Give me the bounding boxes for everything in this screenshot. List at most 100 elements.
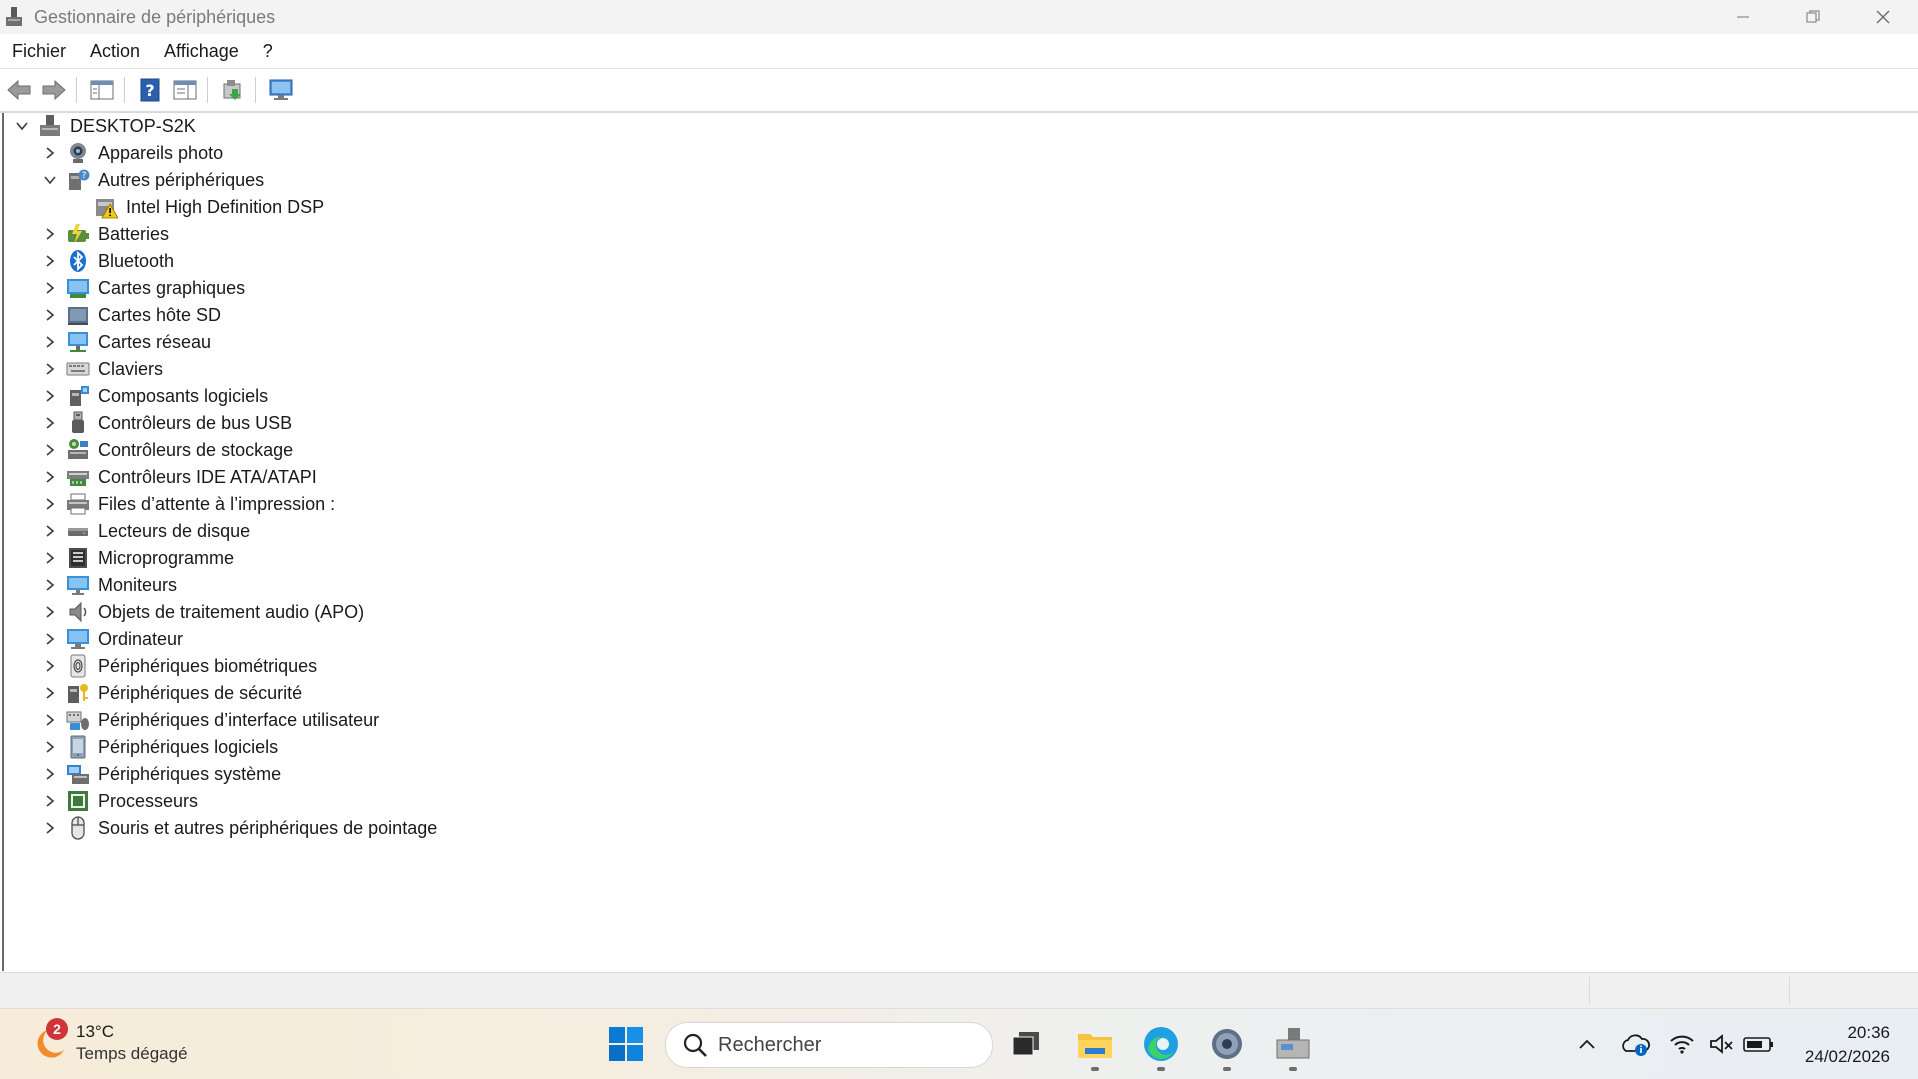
taskbar-file-explorer[interactable]	[1072, 1021, 1118, 1071]
tree-node-label: Objets de traitement audio (APO)	[98, 601, 365, 622]
menu-help[interactable]: ?	[251, 41, 285, 62]
clock-date: 24/02/2026	[1804, 1047, 1890, 1066]
help-button[interactable]: ?	[134, 74, 166, 106]
menu-bar: Fichier Action Affichage ?	[0, 34, 1918, 69]
tree-node[interactable]: Microprogramme	[40, 545, 234, 571]
tree-node[interactable]: ? Autres périphériques	[40, 167, 264, 193]
storage-controller-icon	[66, 438, 90, 462]
taskbar-edge[interactable]	[1138, 1021, 1184, 1071]
taskbar-settings[interactable]	[1204, 1021, 1250, 1071]
tree-node[interactable]: Appareils photo	[40, 140, 223, 166]
tree-node[interactable]: Intel High Definition DSP	[68, 194, 324, 220]
tree-node-label: Autres périphériques	[98, 169, 265, 190]
taskbar-device-manager[interactable]	[1270, 1021, 1316, 1071]
chevron-right-icon[interactable]	[40, 818, 60, 838]
tree-node[interactable]: Périphériques biométriques	[40, 653, 317, 679]
properties-button[interactable]	[169, 74, 201, 106]
tree-node-label: Souris et autres périphériques de pointa…	[98, 817, 438, 838]
tree-node[interactable]: Cartes réseau	[40, 329, 211, 355]
tree-node[interactable]: Objets de traitement audio (APO)	[40, 599, 364, 625]
show-hide-console-tree-button[interactable]	[86, 74, 118, 106]
chevron-right-icon[interactable]	[40, 791, 60, 811]
chevron-down-icon[interactable]	[40, 170, 60, 190]
menu-fichier[interactable]: Fichier	[0, 41, 78, 62]
chevron-right-icon[interactable]	[40, 224, 60, 244]
chevron-right-icon[interactable]	[40, 602, 60, 622]
tree-node[interactable]: Périphériques logiciels	[40, 734, 278, 760]
tree-node-label: Appareils photo	[98, 142, 224, 163]
chevron-right-icon[interactable]	[40, 575, 60, 595]
chevron-right-icon[interactable]	[40, 359, 60, 379]
weather-widget[interactable]: 2 13°C Temps dégagé	[28, 1018, 188, 1065]
chevron-right-icon[interactable]	[40, 737, 60, 757]
chevron-right-icon[interactable]	[40, 440, 60, 460]
chevron-right-icon[interactable]	[40, 656, 60, 676]
back-button[interactable]	[3, 74, 35, 106]
tree-node-label: Ordinateur	[98, 628, 184, 649]
tree-node[interactable]: Cartes hôte SD	[40, 302, 221, 328]
show-hidden-icons-button[interactable]	[1570, 1027, 1604, 1061]
taskbar-search[interactable]: Rechercher	[665, 1022, 993, 1068]
forward-button[interactable]	[38, 74, 70, 106]
tree-node[interactable]: Bluetooth	[40, 248, 174, 274]
tree-node[interactable]: Contrôleurs IDE ATA/ATAPI	[40, 464, 317, 490]
tree-node[interactable]: Files d’attente à l’impression :	[40, 491, 335, 517]
update-driver-button[interactable]	[217, 74, 249, 106]
close-button[interactable]	[1848, 0, 1918, 34]
chevron-right-icon[interactable]	[40, 143, 60, 163]
camera-icon	[66, 141, 90, 165]
scan-hardware-button[interactable]	[265, 74, 297, 106]
help-book-icon: ?	[140, 78, 160, 102]
tree-node[interactable]: Moniteurs	[40, 572, 177, 598]
tree-node[interactable]: Contrôleurs de stockage	[40, 437, 293, 463]
sd-host-icon	[66, 303, 90, 327]
tree-node[interactable]: Ordinateur	[40, 626, 183, 652]
chevron-right-icon[interactable]	[40, 251, 60, 271]
chevron-right-icon[interactable]	[40, 332, 60, 352]
minimize-button[interactable]	[1708, 0, 1778, 34]
tree-node[interactable]: Claviers	[40, 356, 163, 382]
chevron-right-icon[interactable]	[40, 710, 60, 730]
tree-node[interactable]: Batteries	[40, 221, 169, 247]
tree-node[interactable]: Périphériques système	[40, 761, 281, 787]
tree-node-label: Périphériques système	[98, 763, 282, 784]
tree-node[interactable]: Souris et autres périphériques de pointa…	[40, 815, 437, 841]
tree-node[interactable]: Cartes graphiques	[40, 275, 245, 301]
tray-battery[interactable]	[1742, 1027, 1776, 1061]
taskbar-clock[interactable]: 20:36 24/02/2026	[1805, 1021, 1890, 1069]
restore-icon	[1806, 10, 1820, 23]
notification-badge: 2	[46, 1018, 68, 1040]
menu-action[interactable]: Action	[78, 41, 152, 62]
tree-node[interactable]: Lecteurs de disque	[40, 518, 250, 544]
cloud-info-icon	[1622, 1034, 1650, 1056]
chevron-right-icon[interactable]	[40, 467, 60, 487]
chevron-right-icon[interactable]	[40, 548, 60, 568]
tray-wifi[interactable]	[1665, 1027, 1699, 1061]
processor-icon	[66, 789, 90, 813]
tray-volume[interactable]	[1705, 1027, 1739, 1061]
tree-node-label: Périphériques de sécurité	[98, 682, 303, 703]
chevron-right-icon[interactable]	[40, 521, 60, 541]
tree-node[interactable]: Périphériques d’interface utilisateur	[40, 707, 379, 733]
chevron-down-icon[interactable]	[12, 116, 32, 136]
chevron-right-icon[interactable]	[40, 386, 60, 406]
menu-affichage[interactable]: Affichage	[152, 41, 251, 62]
tray-cloud-backup[interactable]	[1618, 1027, 1652, 1061]
chevron-right-icon[interactable]	[40, 494, 60, 514]
wifi-icon	[1670, 1035, 1694, 1054]
tree-node[interactable]: Contrôleurs de bus USB	[40, 410, 292, 436]
restore-button[interactable]	[1778, 0, 1848, 34]
chevron-right-icon[interactable]	[40, 305, 60, 325]
chevron-right-icon[interactable]	[40, 764, 60, 784]
tree-node[interactable]: Composants logiciels	[40, 383, 268, 409]
chevron-right-icon[interactable]	[40, 413, 60, 433]
tree-node[interactable]: DESKTOP-S2K	[12, 113, 196, 139]
taskbar-task-view[interactable]	[1003, 1021, 1049, 1067]
start-button[interactable]	[603, 1021, 649, 1067]
tree-node[interactable]: Processeurs	[40, 788, 198, 814]
chevron-right-icon[interactable]	[40, 629, 60, 649]
tree-node-label: Cartes hôte SD	[98, 304, 222, 325]
chevron-right-icon[interactable]	[40, 278, 60, 298]
chevron-right-icon[interactable]	[40, 683, 60, 703]
tree-node[interactable]: Périphériques de sécurité	[40, 680, 302, 706]
